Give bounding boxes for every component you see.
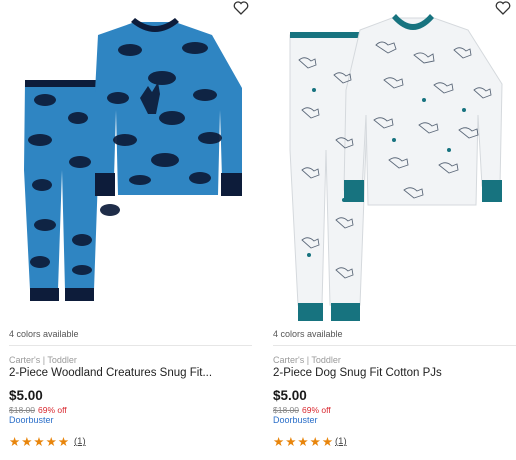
brand-label: Carter's | Toddler	[9, 355, 77, 365]
deal-label: Doorbuster	[273, 415, 318, 425]
product-image[interactable]	[0, 0, 252, 322]
discount-label: 69% off	[302, 405, 331, 415]
star-rating: ★★★★★	[273, 435, 335, 449]
original-price: $18.00	[273, 405, 299, 415]
divider	[9, 345, 252, 346]
product-title[interactable]: 2-Piece Woodland Creatures Snug Fit...	[9, 367, 249, 379]
discount-label: 69% off	[38, 405, 67, 415]
price-details: $18.00 69% off	[9, 405, 67, 415]
heart-icon[interactable]	[495, 0, 511, 16]
shirt-graphic	[95, 18, 242, 196]
sale-price: $5.00	[273, 388, 307, 403]
product-image[interactable]	[264, 0, 516, 322]
product-card[interactable]: 4 colors available Carter's | Toddler 2-…	[0, 0, 252, 460]
product-title[interactable]: 2-Piece Dog Snug Fit Cotton PJs	[273, 367, 513, 379]
deal-label: Doorbuster	[9, 415, 54, 425]
product-card[interactable]: 4 colors available Carter's | Toddler 2-…	[264, 0, 516, 460]
sale-price: $5.00	[9, 388, 43, 403]
price-details: $18.00 69% off	[273, 405, 331, 415]
original-price: $18.00	[9, 405, 35, 415]
review-count-link[interactable]: (1)	[335, 436, 347, 447]
divider	[273, 345, 516, 346]
review-count-link[interactable]: (1)	[74, 436, 86, 447]
colors-available[interactable]: 4 colors available	[9, 329, 79, 339]
colors-available[interactable]: 4 colors available	[273, 329, 343, 339]
shirt-graphic	[343, 14, 503, 206]
heart-icon[interactable]	[233, 0, 249, 16]
brand-label: Carter's | Toddler	[273, 355, 341, 365]
star-rating: ★★★★★	[9, 435, 71, 449]
